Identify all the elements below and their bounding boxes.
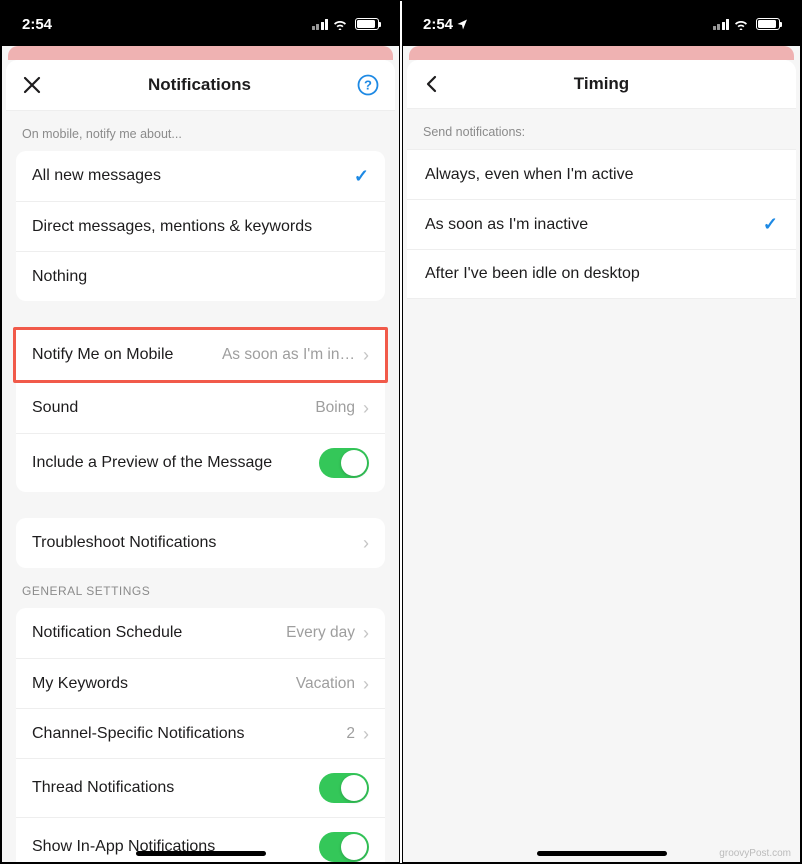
row-my-keywords[interactable]: My Keywords Vacation › [16, 658, 385, 708]
status-time: 2:54 [423, 16, 468, 33]
header: Notifications ? [6, 60, 395, 111]
option-inactive[interactable]: As soon as I'm inactive ✓ [407, 199, 796, 249]
close-icon[interactable] [22, 75, 42, 95]
row-notification-schedule[interactable]: Notification Schedule Every day › [16, 608, 385, 658]
chevron-right-icon: › [363, 346, 369, 364]
watermark: groovyPost.com [719, 848, 791, 859]
battery-icon [355, 18, 379, 30]
status-bar: 2:54 [2, 2, 399, 46]
wifi-icon [733, 18, 749, 30]
row-value: 2 [346, 725, 355, 743]
checkmark-icon: ✓ [763, 214, 778, 235]
row-value: As soon as I'm in… [222, 346, 355, 364]
option-label: After I've been idle on desktop [425, 265, 778, 283]
toggle-preview[interactable] [319, 448, 369, 478]
chevron-right-icon: › [363, 675, 369, 693]
option-direct-messages[interactable]: Direct messages, mentions & keywords [16, 201, 385, 251]
section-label-send: Send notifications: [407, 109, 796, 149]
timing-options: Always, even when I'm active As soon as … [407, 149, 796, 299]
option-label: All new messages [32, 167, 354, 185]
row-channel-specific[interactable]: Channel-Specific Notifications 2 › [16, 708, 385, 758]
option-always-active[interactable]: Always, even when I'm active [407, 149, 796, 199]
svg-text:?: ? [364, 78, 372, 93]
row-label: Notification Schedule [32, 624, 286, 642]
phone-timing: 2:54 Timing Send notifications: Alwa [402, 1, 801, 863]
home-indicator[interactable] [537, 851, 667, 856]
highlighted-row: Notify Me on Mobile As soon as I'm in… › [13, 327, 388, 383]
option-label: As soon as I'm inactive [425, 216, 763, 234]
option-all-new-messages[interactable]: All new messages ✓ [16, 151, 385, 201]
phone-notifications: 2:54 Notifications ? On mobile, notify m… [1, 1, 400, 863]
option-label: Nothing [32, 268, 369, 286]
section-label-notify-about: On mobile, notify me about... [6, 111, 395, 151]
row-label: Channel-Specific Notifications [32, 725, 346, 743]
page-title: Timing [441, 74, 762, 94]
checkmark-icon: ✓ [354, 166, 369, 187]
background-peek [8, 46, 393, 60]
toggle-thread[interactable] [319, 773, 369, 803]
row-label: Thread Notifications [32, 779, 319, 797]
option-label: Always, even when I'm active [425, 166, 778, 184]
status-bar: 2:54 [403, 2, 800, 46]
background-peek [409, 46, 794, 60]
help-icon[interactable]: ? [357, 74, 379, 96]
status-time: 2:54 [22, 16, 52, 33]
row-value: Boing [315, 399, 355, 417]
chevron-right-icon: › [363, 534, 369, 552]
option-nothing[interactable]: Nothing [16, 251, 385, 301]
row-include-preview: Include a Preview of the Message [16, 433, 385, 492]
chevron-right-icon: › [363, 624, 369, 642]
page-title: Notifications [42, 75, 357, 95]
chevron-right-icon: › [363, 725, 369, 743]
row-label: Sound [32, 399, 315, 417]
battery-icon [756, 18, 780, 30]
row-label: My Keywords [32, 675, 296, 693]
row-label: Troubleshoot Notifications [32, 534, 355, 552]
section-label-general: GENERAL SETTINGS [6, 568, 395, 608]
wifi-icon [332, 18, 348, 30]
row-sound[interactable]: Sound Boing › [16, 383, 385, 433]
status-icons [713, 18, 781, 30]
notify-options-card: All new messages ✓ Direct messages, ment… [16, 151, 385, 301]
back-icon[interactable] [423, 75, 441, 93]
location-icon [457, 19, 468, 30]
option-label: Direct messages, mentions & keywords [32, 218, 369, 236]
row-label: Include a Preview of the Message [32, 454, 319, 472]
row-thread-notifications: Thread Notifications [16, 758, 385, 817]
row-troubleshoot[interactable]: Troubleshoot Notifications › [16, 518, 385, 568]
status-icons [312, 18, 380, 30]
row-value: Every day [286, 624, 355, 642]
cellular-icon [312, 19, 329, 30]
row-label: Notify Me on Mobile [32, 346, 222, 364]
cellular-icon [713, 19, 730, 30]
header: Timing [407, 60, 796, 109]
toggle-in-app[interactable] [319, 832, 369, 862]
chevron-right-icon: › [363, 399, 369, 417]
row-notify-me-on-mobile[interactable]: Notify Me on Mobile As soon as I'm in… › [16, 330, 385, 380]
home-indicator[interactable] [136, 851, 266, 856]
option-idle-desktop[interactable]: After I've been idle on desktop [407, 249, 796, 299]
row-value: Vacation [296, 675, 355, 693]
